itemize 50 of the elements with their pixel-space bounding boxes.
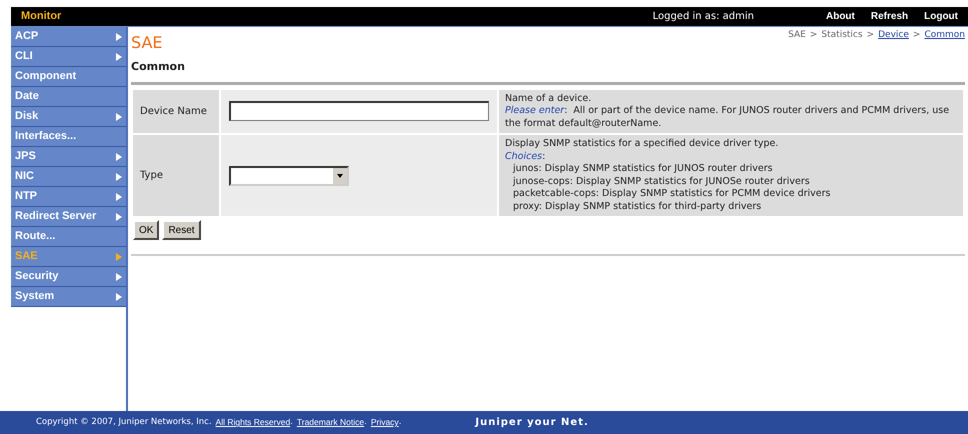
sidebar-item[interactable]: Security	[11, 267, 126, 287]
hint-text: Please enter: All or part of the device name. For JUNOS router drivers and PCMM drivers, use the format default@routerName.	[505, 105, 950, 130]
period: .	[398, 416, 402, 429]
period: .	[364, 416, 367, 429]
footer-link[interactable]: All Rights Reserved	[216, 416, 290, 429]
form-button[interactable]: OK	[133, 220, 160, 240]
type-dropdown[interactable]	[229, 166, 349, 186]
sidebar-item[interactable]: CLI	[11, 47, 126, 67]
breadcrumb-item: Statistics	[821, 29, 863, 42]
sidebar-item[interactable]: SAE	[11, 247, 126, 267]
sidebar-item[interactable]: NIC	[11, 167, 126, 187]
sidebar-item[interactable]: ACP	[11, 27, 126, 47]
app-title: Monitor	[21, 9, 62, 24]
sidebar-item[interactable]: System	[11, 287, 126, 307]
breadcrumb-separator: >	[912, 29, 920, 42]
field-label: Type	[133, 135, 219, 216]
help-text: Name of a device.	[505, 92, 592, 105]
footer-link[interactable]: Trademark Notice	[296, 416, 364, 429]
form-button[interactable]: Reset	[162, 220, 201, 240]
header-link[interactable]: Refresh	[870, 9, 908, 24]
sidebar-item[interactable]: Disk	[11, 107, 126, 127]
sidebar-item[interactable]: Component	[11, 67, 126, 87]
sidebar-item[interactable]: Date	[11, 87, 126, 107]
sidebar-item[interactable]: JPS	[11, 147, 126, 167]
header-link[interactable]: About	[826, 9, 855, 24]
sidebar-item[interactable]: Interfaces...	[11, 127, 126, 147]
sidebar-item[interactable]: Redirect Server	[11, 207, 126, 227]
field-label: Device Name	[133, 90, 219, 133]
hint-text: Choices:	[505, 150, 546, 163]
login-status: Logged in as: admin	[652, 10, 754, 24]
period: .	[290, 416, 293, 429]
page-subtitle: Common	[131, 59, 186, 75]
footer-link[interactable]: Privacy	[370, 416, 399, 429]
choice-text: junose-cops: Display SNMP statistics for JUNOSe router drivers	[512, 176, 811, 188]
choice-text: junos: Display SNMP statistics for JUNOS router drivers	[512, 163, 774, 176]
sidebar-item[interactable]: Route...	[11, 227, 126, 247]
footer-logo: Juniper your Net.	[475, 416, 589, 430]
breadcrumb-link[interactable]: Device	[878, 29, 909, 42]
header-link[interactable]: Logout	[924, 9, 958, 24]
breadcrumb-separator: >	[866, 29, 874, 42]
help-text: Display SNMP statistics for a specified device driver type.	[505, 138, 780, 150]
device-name-field[interactable]	[229, 101, 489, 122]
breadcrumb-separator: >	[810, 29, 818, 42]
page-title: SAE	[131, 32, 163, 54]
copyright-text: Copyright © 2007, Juniper Networks, Inc.	[36, 416, 212, 429]
breadcrumb-item: SAE	[788, 29, 806, 42]
breadcrumb-link[interactable]: Common	[924, 29, 965, 42]
choice-text: proxy: Display SNMP statistics for third-party drivers	[512, 200, 762, 213]
choice-text: packetcable-cops: Display SNMP statistics for PCMM device drivers	[512, 188, 832, 200]
sidebar-item[interactable]: NTP	[11, 187, 126, 207]
